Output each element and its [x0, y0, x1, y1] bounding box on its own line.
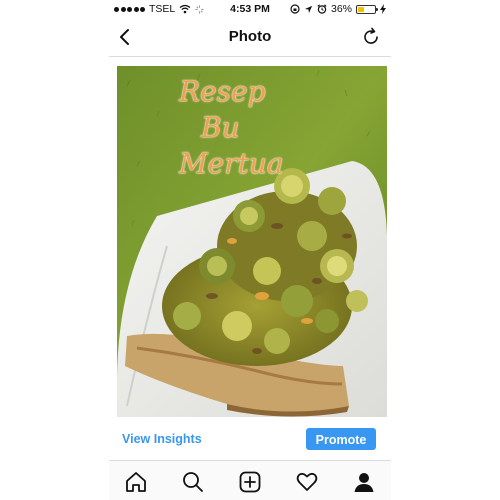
view-insights-link[interactable]: View Insights: [122, 432, 202, 446]
tab-bar: [109, 460, 391, 500]
page-title: Photo: [228, 28, 272, 45]
refresh-icon[interactable]: [361, 27, 381, 47]
battery-percent: 36%: [330, 3, 352, 15]
promote-button[interactable]: Promote: [306, 428, 376, 450]
nav-bar: Photo: [109, 18, 391, 57]
activity-heart-icon[interactable]: [295, 470, 319, 494]
add-post-icon[interactable]: [238, 470, 262, 494]
location-arrow-icon: [304, 5, 313, 13]
status-bar: TSEL 4:53 PM 36%: [109, 0, 391, 18]
phone-screen: TSEL 4:53 PM 36% Photo Resep Bu Mertua V…: [109, 0, 391, 500]
battery-fill: [358, 6, 364, 12]
profile-icon[interactable]: [352, 470, 376, 494]
search-icon[interactable]: [181, 470, 205, 494]
screen-lock-icon: [290, 4, 300, 14]
home-icon[interactable]: [124, 470, 148, 494]
alarm-icon: [317, 4, 327, 14]
battery-icon: [356, 4, 378, 14]
charging-bolt-icon: [380, 4, 386, 14]
post-actions-row: View Insights Promote: [109, 420, 391, 460]
food-photo-image: [117, 66, 387, 417]
post-photo[interactable]: Resep Bu Mertua: [117, 66, 387, 417]
status-right: 36%: [290, 3, 386, 15]
